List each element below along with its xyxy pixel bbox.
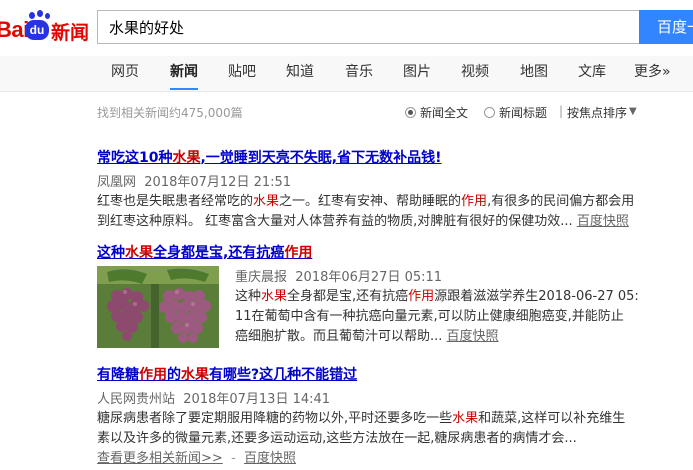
- title-keyword: 作用: [284, 245, 313, 261]
- tab-video[interactable]: 视频: [461, 56, 489, 90]
- abstract-text: 糖尿病患者除了要定期服用降糖的药物以外,平时还要多吃一些: [97, 411, 453, 426]
- tab-images[interactable]: 图片: [403, 56, 431, 90]
- header: Bai du 新闻 百度一下: [0, 0, 693, 56]
- news-result: 常吃这10种水果,一觉睡到天亮不失眠,省下无数补品钱! 凤凰网 2018年07月…: [97, 147, 657, 232]
- tab-tieba[interactable]: 贴吧: [228, 56, 256, 90]
- result-count: 找到相关新闻约475,000篇: [97, 106, 243, 120]
- abstract-keyword: 作用: [408, 289, 435, 304]
- more-related-news-link[interactable]: 查看更多相关新闻>>: [97, 451, 223, 466]
- tab-wenku[interactable]: 文库: [578, 56, 606, 90]
- abstract-text: 癌细胞扩散。而且葡萄汁可以帮助...: [235, 329, 443, 344]
- paw-dot: [37, 10, 43, 17]
- abstract-text: 红枣也是失眠患者经常吃的: [97, 194, 254, 209]
- title-keyword: 作用: [139, 367, 167, 383]
- abstract-keyword: 水果: [253, 194, 280, 209]
- result-source-line: 凤凰网 2018年07月12日 21:51: [97, 171, 657, 190]
- abstract-text: 素以及许多的微量元素,还要多运动运动,这些方法放在一起,糖尿病患者的病情才会..…: [97, 431, 577, 446]
- abstract-keyword: 作用: [461, 194, 488, 209]
- result-abstract: 糖尿病患者除了要定期服用降糖的药物以外,平时还要多吃一些水果和蔬菜,这样可以补充…: [97, 409, 657, 469]
- abstract-text: 11在葡萄中含有一种抗癌向量元素,可以防止健康细胞癌变,并能防止: [235, 309, 624, 324]
- paw-dot: [45, 13, 50, 19]
- option-full-text-label[interactable]: 新闻全文: [420, 104, 468, 121]
- snapshot-link[interactable]: 百度快照: [447, 329, 499, 344]
- abstract-text: 这种: [235, 289, 262, 304]
- title-keyword: 水果: [125, 245, 153, 261]
- logo-du-paw: du: [25, 20, 49, 40]
- vertical-nav-tabs: 网页 新闻 贴吧 知道 音乐 图片 视频 地图 文库 更多»: [0, 56, 693, 92]
- abstract-text: 之一。红枣有安神、帮助睡眠的: [279, 194, 462, 209]
- abstract-keyword: 水果: [452, 411, 479, 426]
- tab-news[interactable]: 新闻: [170, 56, 198, 90]
- abstract-text: 到红枣这种原料。 红枣富含大量对人体营养有益的物质,对脾脏有很好的保健功效...: [97, 214, 573, 229]
- abstract-text: 和蔬菜,这样可以补充维生: [478, 411, 626, 426]
- radio-full-text[interactable]: [405, 107, 416, 118]
- result-toolbar: 找到相关新闻约475,000篇 新闻全文 新闻标题 | 按焦点排序 ▼: [97, 104, 657, 122]
- title-text: 有降糖: [97, 367, 139, 383]
- title-text: 常吃这10种: [97, 150, 173, 166]
- snapshot-link[interactable]: 百度快照: [577, 214, 629, 229]
- result-body: 重庆晨报 2018年06月27日 05:11 这种水果全身都是宝,还有抗癌作用源…: [235, 266, 657, 347]
- tab-maps[interactable]: 地图: [520, 56, 548, 90]
- tab-more[interactable]: 更多»: [634, 56, 671, 90]
- result-abstract: 红枣也是失眠患者经常吃的水果之一。红枣有安神、帮助睡眠的作用,有很多的民间偏方都…: [97, 192, 657, 232]
- search-input[interactable]: [97, 10, 639, 44]
- radio-title[interactable]: [484, 107, 495, 118]
- source-name: 人民网贵州站: [97, 392, 176, 407]
- tab-web[interactable]: 网页: [111, 56, 139, 90]
- abstract-text: 源跟着滋滋学养生2018-06-27 05:: [434, 289, 639, 304]
- grape-picture: [97, 266, 219, 348]
- title-keyword: 水果: [172, 150, 201, 166]
- caret-down-icon[interactable]: ▼: [629, 106, 637, 117]
- publish-time: 2018年07月12日 21:51: [144, 175, 292, 190]
- result-source-line: 人民网贵州站 2018年07月13日 14:41: [97, 388, 657, 407]
- news-result: 这种水果全身都是宝,还有抗癌作用 重庆晨报 2018年06月27日 05:11 …: [97, 242, 657, 348]
- link-separator: -: [231, 451, 236, 466]
- search-button[interactable]: 百度一下: [639, 10, 693, 44]
- result-title-link[interactable]: 这种水果全身都是宝,还有抗癌作用: [97, 242, 657, 262]
- tab-zhidao[interactable]: 知道: [286, 56, 314, 90]
- source-name: 凤凰网: [97, 175, 137, 190]
- snapshot-link[interactable]: 百度快照: [244, 451, 296, 466]
- tab-music[interactable]: 音乐: [345, 56, 373, 90]
- grape-thumbnail-image[interactable]: [97, 266, 219, 348]
- title-text: 的: [167, 367, 181, 383]
- title-keyword: 水果: [181, 367, 209, 383]
- logo-news-text: 新闻: [51, 22, 90, 44]
- abstract-keyword: 水果: [261, 289, 288, 304]
- title-text: 有哪些?这几种不能错过: [209, 367, 358, 383]
- abstract-text: 全身都是宝,还有抗癌: [287, 289, 409, 304]
- paw-dot: [29, 12, 35, 19]
- result-source-line: 重庆晨报 2018年06月27日 05:11: [235, 266, 657, 285]
- result-abstract: 这种水果全身都是宝,还有抗癌作用源跟着滋滋学养生2018-06-27 05: 1…: [235, 287, 657, 347]
- toolbar-separator: |: [559, 104, 564, 118]
- publish-time: 2018年06月27日 05:11: [295, 270, 443, 285]
- sort-dropdown[interactable]: 按焦点排序: [567, 104, 627, 121]
- title-text: ,一觉睡到天亮不失眠,省下无数补品钱!: [200, 150, 442, 166]
- baidu-news-logo[interactable]: Bai du 新闻: [0, 8, 92, 44]
- source-name: 重庆晨报: [235, 270, 288, 285]
- title-text: 全身都是宝,还有抗癌: [153, 245, 285, 261]
- publish-time: 2018年07月13日 14:41: [183, 392, 331, 407]
- result-title-link[interactable]: 有降糖作用的水果有哪些?这几种不能错过: [97, 364, 657, 384]
- news-result: 有降糖作用的水果有哪些?这几种不能错过 人民网贵州站 2018年07月13日 1…: [97, 364, 657, 469]
- title-text: 这种: [97, 245, 125, 261]
- result-title-link[interactable]: 常吃这10种水果,一觉睡到天亮不失眠,省下无数补品钱!: [97, 147, 657, 167]
- option-title-label[interactable]: 新闻标题: [499, 104, 547, 121]
- abstract-text: ,有很多的民间偏方都会用: [487, 194, 635, 209]
